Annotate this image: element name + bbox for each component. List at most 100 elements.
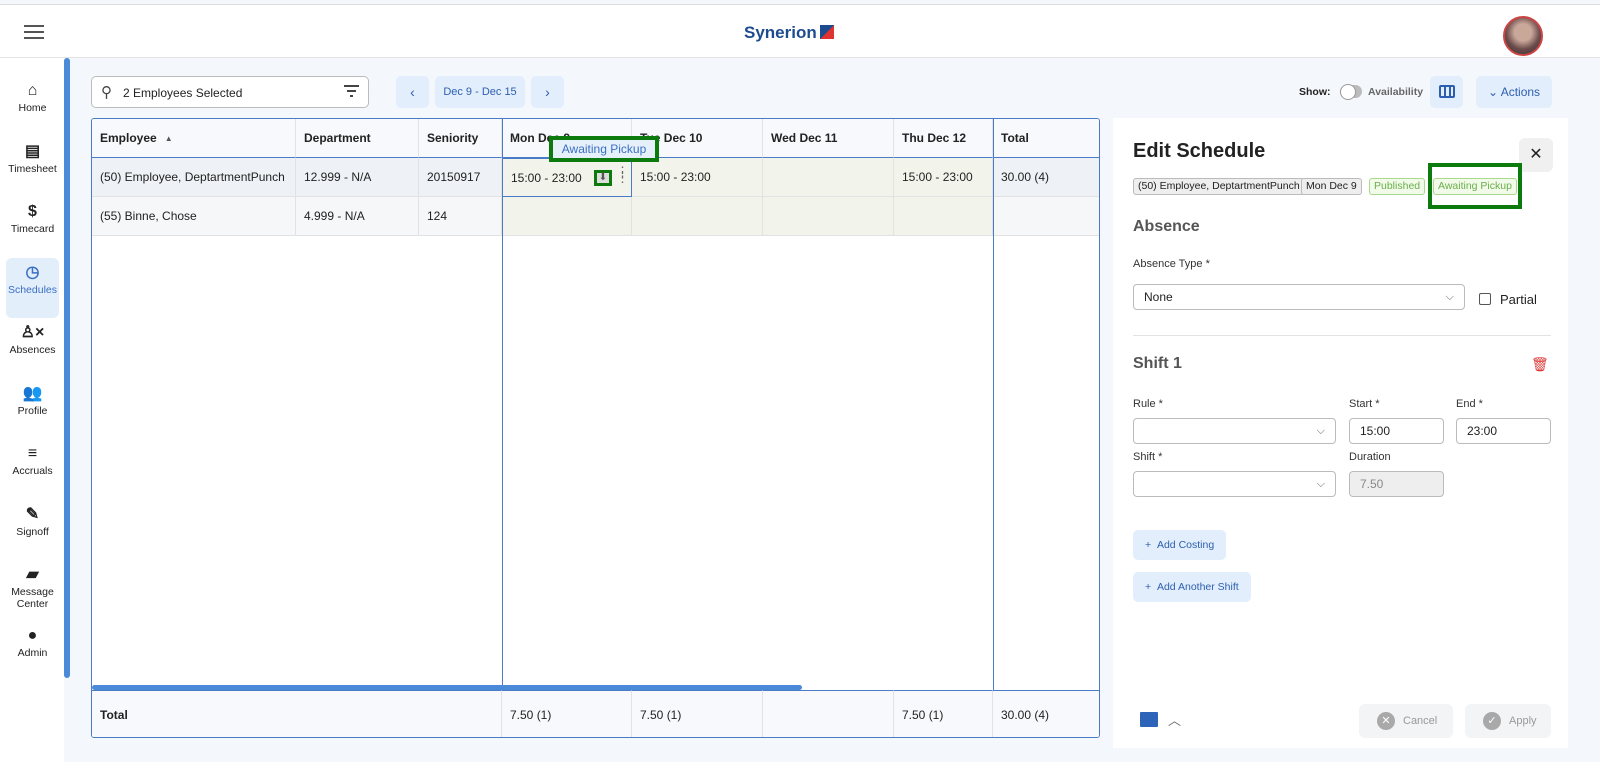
availability-toggle[interactable] xyxy=(1340,84,1362,100)
sidebar-item-profile[interactable]: 👥 Profile xyxy=(6,379,59,439)
cell-text: 4.999 - N/A xyxy=(304,209,365,223)
shift-cell[interactable] xyxy=(763,158,894,197)
published-chip: Published xyxy=(1369,178,1426,195)
accruals-icon: ≡ xyxy=(27,445,38,462)
partial-checkbox[interactable] xyxy=(1479,293,1491,305)
sidebar-item-message-center[interactable]: ▰ Message Center xyxy=(6,560,59,620)
table-cell[interactable]: 30.00 (4) xyxy=(993,158,1099,197)
brand-logo: Synerion xyxy=(744,23,834,43)
chevron-down-icon: ⌄ xyxy=(1487,85,1501,99)
top-bar: Synerion xyxy=(0,4,1600,58)
home-icon: ⌂ xyxy=(27,82,38,99)
shift-cell[interactable]: 15:00 - 23:00 ⬇ ⋮ ⋮ xyxy=(502,158,632,197)
footer-total-cell xyxy=(763,690,894,737)
sidebar-item-accruals[interactable]: ≡ Accruals xyxy=(6,439,59,499)
column-header-2[interactable]: Seniority xyxy=(419,119,502,158)
sidebar-item-label: Absences xyxy=(9,344,56,356)
table-cell[interactable]: 124 xyxy=(419,197,502,236)
sidebar-item-timesheet[interactable]: ▤ Timesheet xyxy=(6,137,59,197)
avatar[interactable] xyxy=(1503,16,1543,56)
table-cell[interactable]: 20150917 xyxy=(419,158,502,197)
rule-select[interactable]: ⌵ xyxy=(1133,418,1336,444)
next-week-button[interactable]: › xyxy=(531,76,564,108)
column-header-5[interactable]: Wed Dec 11 xyxy=(763,119,894,158)
column-header-1[interactable]: Department xyxy=(296,119,419,158)
sidebar-item-signoff[interactable]: ✎ Signoff xyxy=(6,500,59,560)
start-input[interactable]: 15:00 xyxy=(1349,418,1444,444)
column-header-0[interactable]: Employee ▲ xyxy=(92,119,296,158)
footer-total-cell: 7.50 (1) xyxy=(502,690,632,737)
shift-cell[interactable] xyxy=(894,197,993,236)
sidebar-item-label: Home xyxy=(18,102,47,114)
sort-ascending-icon: ▲ xyxy=(164,133,173,143)
logo-flag-icon xyxy=(819,25,834,39)
shift-cell[interactable] xyxy=(632,197,763,236)
sidebar-item-label: Message Center xyxy=(11,586,54,610)
cell-text: 7.50 (1) xyxy=(902,707,944,722)
column-header-label: Seniority xyxy=(427,131,479,145)
plus-icon: + xyxy=(1145,581,1157,593)
schedule-grid: Employee ▲ Department Seniority Mon Dec 9 Tue… xyxy=(91,118,1100,738)
add-costing-button[interactable]: + Add Costing xyxy=(1133,530,1227,560)
sidebar-item-timecard[interactable]: $ Timecard xyxy=(6,197,59,257)
close-button[interactable]: ✕ xyxy=(1519,138,1553,172)
shift-cell[interactable]: 15:00 - 23:00 xyxy=(632,158,763,197)
cell-text: 15:00 - 23:00 xyxy=(640,170,711,184)
duration-input: 7.50 xyxy=(1349,471,1444,497)
sidebar-item-absences[interactable]: ♙× Absences xyxy=(6,318,59,378)
cancel-button[interactable]: ✕ Cancel xyxy=(1359,704,1453,738)
footer-total-cell: 30.00 (4) xyxy=(993,690,1099,737)
column-header-7[interactable]: Total xyxy=(993,119,1099,158)
cancel-icon: ✕ xyxy=(1377,712,1395,730)
previous-week-button[interactable]: ‹ xyxy=(396,76,429,108)
brand-name: Synerion xyxy=(744,23,817,42)
chevron-up-icon[interactable]: ︿ xyxy=(1168,710,1181,729)
rule-label: Rule * xyxy=(1133,398,1163,410)
chevron-down-icon: ⌵ xyxy=(1316,478,1325,490)
actions-button[interactable]: ⌄ Actions xyxy=(1476,76,1552,108)
columns-button[interactable] xyxy=(1430,76,1463,108)
horizontal-scrollbar[interactable] xyxy=(92,685,802,690)
table-cell[interactable]: (50) Employee, DeptartmentPunch xyxy=(92,158,296,197)
highlight-box xyxy=(1428,163,1522,209)
table-cell[interactable] xyxy=(993,197,1099,236)
sidebar-item-schedules[interactable]: ◷ Schedules xyxy=(6,257,59,318)
employee-search-input[interactable]: ⚲ 2 Employees Selected xyxy=(91,76,369,108)
highlight-box xyxy=(549,136,659,162)
footer-total-cell: 7.50 (1) xyxy=(632,690,763,737)
sidebar-scrollbar[interactable] xyxy=(64,58,70,678)
column-header-6[interactable]: Thu Dec 12 xyxy=(894,119,993,158)
cell-text: (55) Binne, Chose xyxy=(100,209,197,223)
table-cell[interactable]: 4.999 - N/A xyxy=(296,197,419,236)
add-another-shift-button[interactable]: + Add Another Shift xyxy=(1133,572,1251,602)
filter-icon[interactable] xyxy=(344,85,359,97)
pickup-icon[interactable]: ⬇ xyxy=(594,170,612,186)
more-options-icon[interactable]: ⋮ ⋮ xyxy=(616,165,629,184)
timecard-icon: $ xyxy=(28,203,37,220)
shift-cell[interactable]: 15:00 - 23:00 xyxy=(894,158,993,197)
sidebar-item-label: Schedules xyxy=(7,283,58,296)
shift-select[interactable]: ⌵ xyxy=(1133,471,1336,497)
absences-icon: ♙× xyxy=(20,324,45,341)
absence-type-select[interactable]: None ⌵ xyxy=(1133,284,1465,310)
table-cell[interactable]: (55) Binne, Chose xyxy=(92,197,296,236)
shift-cell[interactable] xyxy=(763,197,894,236)
date-range-button[interactable]: Dec 9 - Dec 15 xyxy=(435,76,525,108)
chevron-down-icon: ⌵ xyxy=(1445,291,1454,303)
sidebar: ⌂ Home ▤ Timesheet $ Timecard ◷ Schedules ♙× Abse… xyxy=(0,58,64,762)
plus-icon: + xyxy=(1145,539,1157,551)
absence-type-label: Absence Type * xyxy=(1133,258,1210,270)
column-header-label: Total xyxy=(1001,131,1029,145)
sidebar-item-home[interactable]: ⌂ Home xyxy=(6,76,59,136)
shift-cell[interactable] xyxy=(502,197,632,236)
table-cell[interactable]: 12.999 - N/A xyxy=(296,158,419,197)
hamburger-menu-icon[interactable] xyxy=(24,25,44,39)
add-costing-label: Add Costing xyxy=(1156,539,1215,551)
sidebar-item-admin[interactable]: ● Admin xyxy=(6,621,59,681)
delete-shift-icon[interactable]: 🗑 xyxy=(1531,356,1549,373)
column-header-label: Wed Dec 11 xyxy=(771,131,838,145)
schedules-icon: ◷ xyxy=(25,263,40,281)
comment-icon[interactable] xyxy=(1140,712,1158,727)
apply-button[interactable]: ✓ Apply xyxy=(1465,704,1551,738)
end-input[interactable]: 23:00 xyxy=(1456,418,1551,444)
